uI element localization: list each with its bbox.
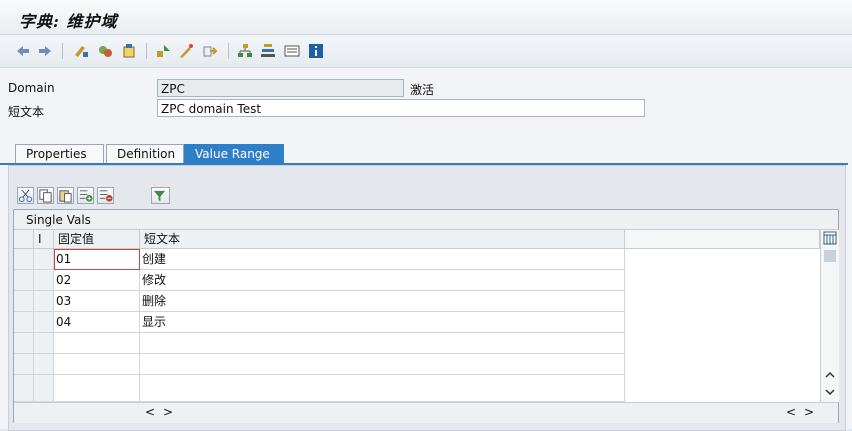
fixed-value-cell[interactable]: 01: [54, 249, 140, 270]
navigate-icon[interactable]: [202, 43, 218, 59]
empty-header: [625, 230, 820, 249]
single-values-table: Single Vals I 固定值 短文本 01 创建 02 修改 03 删除 …: [13, 209, 839, 423]
copy-icon: [39, 189, 52, 203]
indicator-cell[interactable]: [34, 291, 54, 312]
domain-field[interactable]: ZPC: [157, 79, 404, 97]
layout-icon[interactable]: [284, 43, 300, 59]
insert-row-icon: [79, 190, 93, 202]
scroll-left-button-right-pane[interactable]: <: [786, 405, 796, 419]
table-section-title: Single Vals: [14, 210, 838, 230]
row-selector[interactable]: [14, 312, 34, 333]
delete-row-icon: [99, 190, 113, 202]
info-icon[interactable]: [308, 43, 324, 59]
toolbar-separator: [62, 43, 63, 59]
tab-value-range[interactable]: Value Range: [184, 144, 284, 163]
fixed-value-cell[interactable]: [54, 354, 140, 375]
tree-icon[interactable]: [260, 43, 276, 59]
short-text-cell[interactable]: 删除: [140, 291, 625, 312]
indicator-cell[interactable]: [34, 312, 54, 333]
edit-object-icon[interactable]: [178, 43, 194, 59]
indicator-cell[interactable]: [34, 333, 54, 354]
chevron-down-icon[interactable]: [824, 387, 836, 397]
short-text-field[interactable]: ZPC domain Test: [157, 99, 645, 117]
fixed-value-cell[interactable]: 03: [54, 291, 140, 312]
fixed-value-cell[interactable]: 04: [54, 312, 140, 333]
where-used-icon[interactable]: [121, 43, 137, 59]
fixed-value-cell[interactable]: [54, 375, 140, 402]
horizontal-scrollbar[interactable]: < > < >: [14, 402, 838, 423]
fixed-value-cell[interactable]: 02: [54, 270, 140, 291]
other-object-icon[interactable]: [97, 43, 113, 59]
short-text-cell[interactable]: 修改: [140, 270, 625, 291]
row-selector[interactable]: [14, 291, 34, 312]
activate-icon[interactable]: [155, 43, 171, 59]
row-selector[interactable]: [14, 333, 34, 354]
row-selector[interactable]: [14, 354, 34, 375]
indicator-cell[interactable]: [34, 354, 54, 375]
scroll-left-button[interactable]: <: [145, 405, 155, 419]
toolbar-separator: [228, 43, 229, 59]
short-text-cell[interactable]: [140, 333, 625, 354]
main-content: Domain ZPC 激活 短文本 ZPC domain Test Proper…: [0, 68, 852, 431]
indicator-cell[interactable]: [34, 249, 54, 270]
scissors-icon: [18, 189, 33, 203]
paste-button[interactable]: [57, 187, 74, 204]
copy-button[interactable]: [37, 187, 54, 204]
toolbar-separator: [146, 43, 147, 59]
domain-label: Domain: [8, 81, 55, 95]
back-arrow-icon[interactable]: [15, 43, 31, 59]
short-text-label: 短文本: [8, 105, 45, 119]
indicator-column-header[interactable]: I: [34, 230, 54, 249]
filter-button[interactable]: [151, 187, 170, 204]
scroll-right-button-right-pane[interactable]: >: [804, 405, 814, 419]
short-text-cell[interactable]: 创建: [140, 249, 625, 270]
paste-icon: [59, 190, 72, 203]
application-toolbar: [0, 35, 852, 68]
title-bar: 字典: 维护域: [0, 0, 852, 35]
hierarchy-icon[interactable]: [237, 43, 253, 59]
fixed-value-column-header[interactable]: 固定值: [54, 230, 140, 249]
insert-row-button[interactable]: [77, 187, 94, 204]
tab-properties[interactable]: Properties: [15, 144, 104, 163]
display-change-icon[interactable]: [73, 43, 89, 59]
indicator-cell[interactable]: [34, 375, 54, 402]
tab-definition[interactable]: Definition: [106, 144, 184, 163]
value-range-panel: Single Vals I 固定值 短文本 01 创建 02 修改 03 删除 …: [8, 165, 846, 431]
row-selector[interactable]: [14, 249, 34, 270]
scroll-thumb[interactable]: [824, 250, 836, 262]
short-text-column-header[interactable]: 短文本: [140, 230, 625, 249]
indicator-cell[interactable]: [34, 270, 54, 291]
fixed-value-cell[interactable]: [54, 333, 140, 354]
chevron-up-icon[interactable]: [824, 370, 836, 380]
row-selector[interactable]: [14, 375, 34, 402]
cut-button[interactable]: [17, 187, 34, 204]
short-text-cell[interactable]: [140, 354, 625, 375]
short-text-cell[interactable]: 显示: [140, 312, 625, 333]
window-title: 字典: 维护域: [19, 12, 118, 31]
row-selector-header[interactable]: [14, 230, 34, 249]
short-text-cell[interactable]: [140, 375, 625, 402]
scroll-right-button[interactable]: >: [163, 405, 173, 419]
domain-status: 激活: [410, 83, 435, 97]
delete-row-button[interactable]: [97, 187, 114, 204]
row-selector[interactable]: [14, 270, 34, 291]
filter-icon: [153, 190, 166, 202]
vertical-scrollbar[interactable]: [820, 230, 839, 402]
column-config-icon[interactable]: [823, 231, 837, 245]
forward-arrow-icon[interactable]: [37, 43, 53, 59]
